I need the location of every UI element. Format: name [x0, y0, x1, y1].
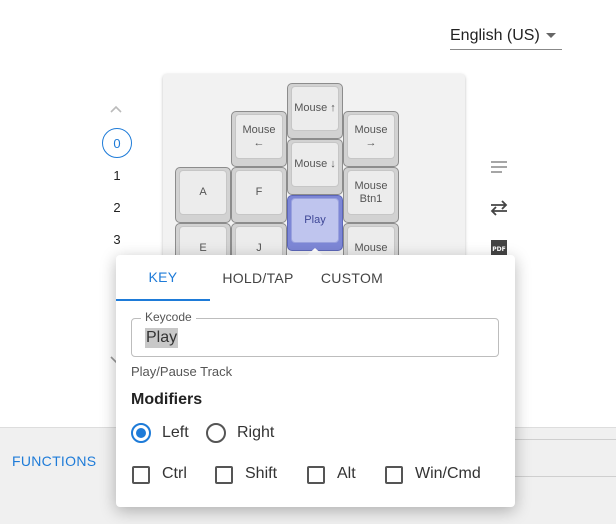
chevron-up-icon[interactable]	[110, 103, 122, 115]
key-label: Mouse →	[347, 114, 395, 159]
tab-custom[interactable]: CUSTOM	[310, 255, 394, 301]
language-select[interactable]: English (US)	[450, 22, 562, 50]
win-cmd-checkbox[interactable]	[385, 466, 403, 484]
key-mouse-btn1[interactable]: Mouse Btn1	[343, 167, 399, 223]
layer-2[interactable]: 2	[102, 192, 132, 222]
swap-icon[interactable]	[488, 197, 510, 219]
tab-key[interactable]: KEY	[116, 255, 210, 301]
key-mouse-left[interactable]: Mouse ←	[231, 111, 287, 167]
ctrl-checkbox[interactable]	[132, 466, 150, 484]
key-label: Play	[291, 198, 339, 243]
key-edit-popup: KEY HOLD/TAP CUSTOM Keycode Play Play/Pa…	[116, 255, 515, 507]
alt-checkbox-label: Alt	[337, 465, 356, 482]
keymap-editor: English (US) 0 1 2 3 Mouse ↑ Mouse ← Mou…	[0, 0, 616, 524]
key-label: A	[179, 170, 227, 215]
modifiers-heading: Modifiers	[131, 391, 203, 408]
key-label: Mouse ↑	[291, 86, 339, 131]
tab-hold-tap[interactable]: HOLD/TAP	[210, 255, 306, 301]
language-select-value: English (US)	[450, 26, 540, 44]
shift-checkbox[interactable]	[215, 466, 233, 484]
svg-text:PDF: PDF	[492, 246, 505, 253]
left-radio[interactable]	[131, 423, 151, 443]
functions-tab[interactable]: FUNCTIONS	[12, 453, 96, 469]
left-radio-label: Left	[162, 424, 189, 441]
ctrl-checkbox-label: Ctrl	[162, 465, 187, 482]
keycode-description: Play/Pause Track	[131, 364, 233, 379]
keycode-label: Keycode	[141, 310, 196, 324]
keycode-value[interactable]: Play	[145, 328, 179, 348]
layer-0[interactable]: 0	[102, 128, 132, 158]
key-label: Mouse Btn1	[347, 170, 395, 215]
layer-1[interactable]: 1	[102, 160, 132, 190]
right-radio[interactable]	[206, 423, 226, 443]
key-f[interactable]: F	[231, 167, 287, 223]
win-cmd-checkbox-label: Win/Cmd	[415, 465, 481, 482]
chevron-down-icon	[546, 33, 556, 38]
layer-3[interactable]: 3	[102, 224, 132, 254]
text-lines-icon[interactable]	[488, 156, 510, 178]
key-mouse-down[interactable]: Mouse ↓	[287, 139, 343, 195]
key-a[interactable]: A	[175, 167, 231, 223]
key-label: Mouse ↓	[291, 142, 339, 187]
shift-checkbox-label: Shift	[245, 465, 278, 482]
key-mouse-right[interactable]: Mouse →	[343, 111, 399, 167]
key-play-selected[interactable]: Play	[287, 195, 343, 251]
right-radio-label: Right	[237, 424, 275, 441]
key-label: F	[235, 170, 283, 215]
popup-tabs: KEY HOLD/TAP CUSTOM	[116, 255, 515, 301]
alt-checkbox[interactable]	[307, 466, 325, 484]
key-label: Mouse ←	[235, 114, 283, 159]
key-mouse-up[interactable]: Mouse ↑	[287, 83, 343, 139]
